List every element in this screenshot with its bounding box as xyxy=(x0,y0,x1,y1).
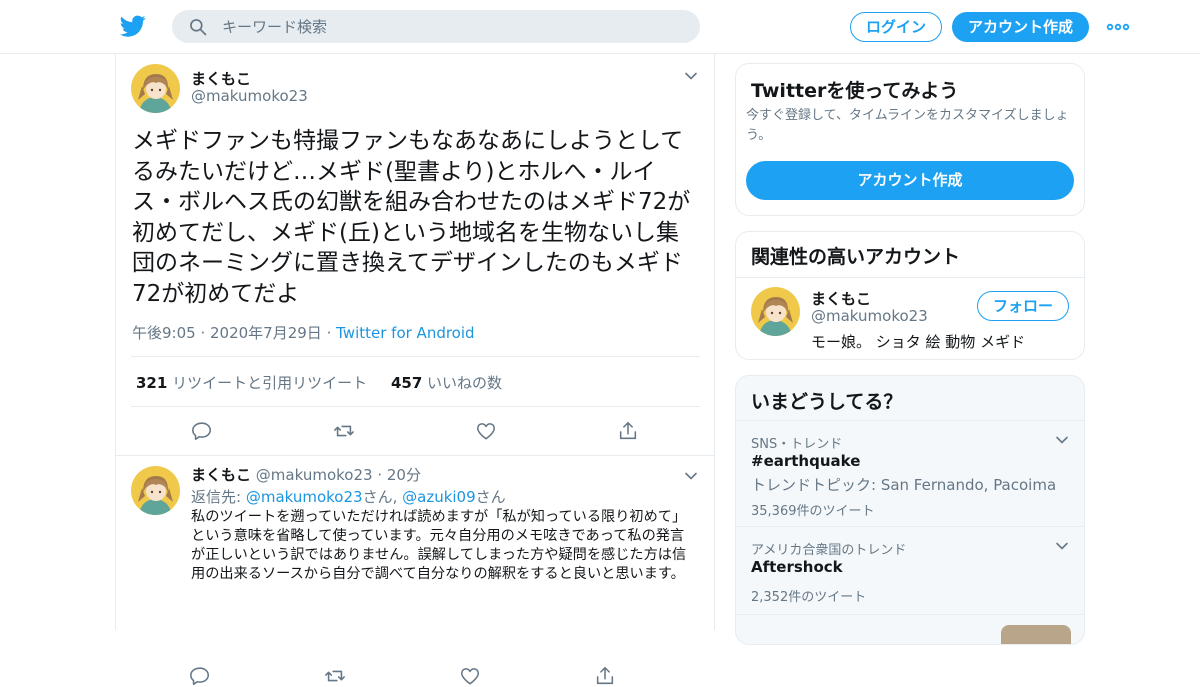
reply-age[interactable]: 20分 xyxy=(387,466,421,484)
reply-icon[interactable] xyxy=(189,665,211,687)
author-name[interactable]: まくもこ xyxy=(191,68,251,89)
signup-card: Twitterを使ってみよう 今すぐ登録して、タイムラインをカスタマイズしましょ… xyxy=(735,63,1085,216)
trend-context: SNS・トレンド xyxy=(751,437,843,452)
reply-to-user-link[interactable]: @azuki09 xyxy=(402,488,476,506)
reply-to-line: 返信先: @makumoko23さん, @azuki09さん xyxy=(191,486,506,507)
like-count: 457 xyxy=(390,374,423,392)
chevron-down-icon[interactable] xyxy=(1054,432,1070,448)
related-account-name[interactable]: まくもこ xyxy=(811,288,871,309)
related-account-handle[interactable]: @makumoko23 xyxy=(811,307,928,325)
reply-prefix: 返信先: xyxy=(191,488,246,506)
reply-icon[interactable] xyxy=(191,420,213,442)
author-handle[interactable]: @makumoko23 xyxy=(191,87,308,105)
divider xyxy=(131,356,700,357)
trends-card: いまどうしてる？ SNS・トレンド #earthquake トレンドトピック: … xyxy=(735,375,1085,645)
retweet-icon[interactable] xyxy=(324,665,346,687)
tweet-date[interactable]: 2020年7月29日 xyxy=(210,324,322,342)
tweet-source-link[interactable]: Twitter for Android xyxy=(336,324,474,342)
follow-button[interactable]: フォロー xyxy=(977,291,1069,321)
trend-subtitle: トレンドトピック: San Fernando, Pacoima xyxy=(751,476,1057,494)
trend-count: 2,352件のツイート xyxy=(751,590,867,605)
retweet-count: 321 xyxy=(136,374,168,392)
more-icon[interactable] xyxy=(1106,18,1130,36)
reply-to-user-link[interactable]: @makumoko23 xyxy=(246,488,363,506)
like-stat[interactable]: 457 いいねの数 xyxy=(391,374,502,392)
chevron-down-icon[interactable] xyxy=(1054,538,1070,554)
retweet-stat[interactable]: 321 リツイートと引用リツイート xyxy=(136,374,367,392)
divider xyxy=(131,406,700,407)
trend-title: #earthquake xyxy=(751,452,861,470)
search-input[interactable] xyxy=(222,10,682,43)
trends-card-title: いまどうしてる？ xyxy=(751,391,903,413)
like-label: いいねの数 xyxy=(427,374,503,392)
chevron-down-icon[interactable] xyxy=(683,68,699,84)
meta-separator: · xyxy=(321,324,337,342)
main-column: まくもこ @makumoko23 メギドファンも特撮ファンもなあなあにしようとし… xyxy=(115,54,715,686)
reply-suffix: さん xyxy=(475,488,506,506)
reply-author-name[interactable]: まくもこ xyxy=(191,466,251,484)
trend-count: 35,369件のツイート xyxy=(751,504,875,519)
share-icon[interactable] xyxy=(617,420,639,442)
trend-thumbnail xyxy=(1001,625,1071,644)
reply-text: 私のツイートを遡っていただければ読めますが「私が知っている限り初めて」という意味… xyxy=(191,509,687,582)
meta-separator: · xyxy=(372,466,387,484)
twitter-bird-icon[interactable] xyxy=(120,13,146,39)
like-icon[interactable] xyxy=(459,665,481,687)
signup-card-description: 今すぐ登録して、タイムラインをカスタマイズしましょう。 xyxy=(746,108,1069,143)
like-icon[interactable] xyxy=(475,420,497,442)
related-account-avatar[interactable] xyxy=(751,287,800,336)
divider xyxy=(736,277,1084,278)
related-account-bio: モー娘。 ショタ 絵 動物 メギド xyxy=(811,333,1026,351)
chevron-down-icon[interactable] xyxy=(683,468,699,484)
related-accounts-card: 関連性の高いアカウント まくもこ @makumoko23 モー娘。 ショタ 絵 … xyxy=(735,231,1085,360)
author-avatar[interactable] xyxy=(131,64,180,113)
avatar-illustration-icon xyxy=(131,64,180,113)
signup-card-button[interactable]: アカウント作成 xyxy=(746,161,1074,200)
reply-header: まくもこ @makumoko23 · 20分 xyxy=(191,464,421,485)
retweet-icon[interactable] xyxy=(333,420,355,442)
trend-context: アメリカ合衆国のトレンド xyxy=(751,543,907,558)
search-icon xyxy=(190,19,207,36)
tweet-text: メギドファンも特撮ファンもなあなあにしようとしてるみたいだけど…メギド(聖書より… xyxy=(132,128,691,307)
reply-author-avatar[interactable] xyxy=(131,466,180,515)
reply-mid: さん, xyxy=(362,488,403,506)
signup-button[interactable]: アカウント作成 xyxy=(952,12,1089,42)
login-button[interactable]: ログイン xyxy=(850,12,942,42)
section-divider xyxy=(116,455,714,456)
tweet-stats: 321 リツイートと引用リツイート 457 いいねの数 xyxy=(136,372,502,393)
share-icon[interactable] xyxy=(594,665,616,687)
avatar-illustration-icon xyxy=(131,466,180,515)
avatar-illustration-icon xyxy=(751,287,800,336)
top-bar: ログイン アカウント作成 xyxy=(0,0,1200,54)
reply-author-handle[interactable]: @makumoko23 xyxy=(256,466,373,484)
trend-title: Aftershock xyxy=(751,558,843,576)
meta-separator: · xyxy=(195,324,210,342)
trend-item[interactable]: SNS・トレンド #earthquake トレンドトピック: San Ferna… xyxy=(736,420,1084,526)
trend-item[interactable]: アメリカ合衆国のトレンド Aftershock 2,352件のツイート xyxy=(736,526,1084,614)
signup-card-title: Twitterを使ってみよう xyxy=(751,80,959,102)
tweet-time[interactable]: 午後9:05 xyxy=(132,324,196,342)
tweet-meta: 午後9:05 · 2020年7月29日 · Twitter for Androi… xyxy=(132,322,475,343)
related-card-title: 関連性の高いアカウント xyxy=(751,246,961,268)
retweet-label: リツイートと引用リツイート xyxy=(172,374,368,392)
search-bar[interactable] xyxy=(172,10,700,43)
